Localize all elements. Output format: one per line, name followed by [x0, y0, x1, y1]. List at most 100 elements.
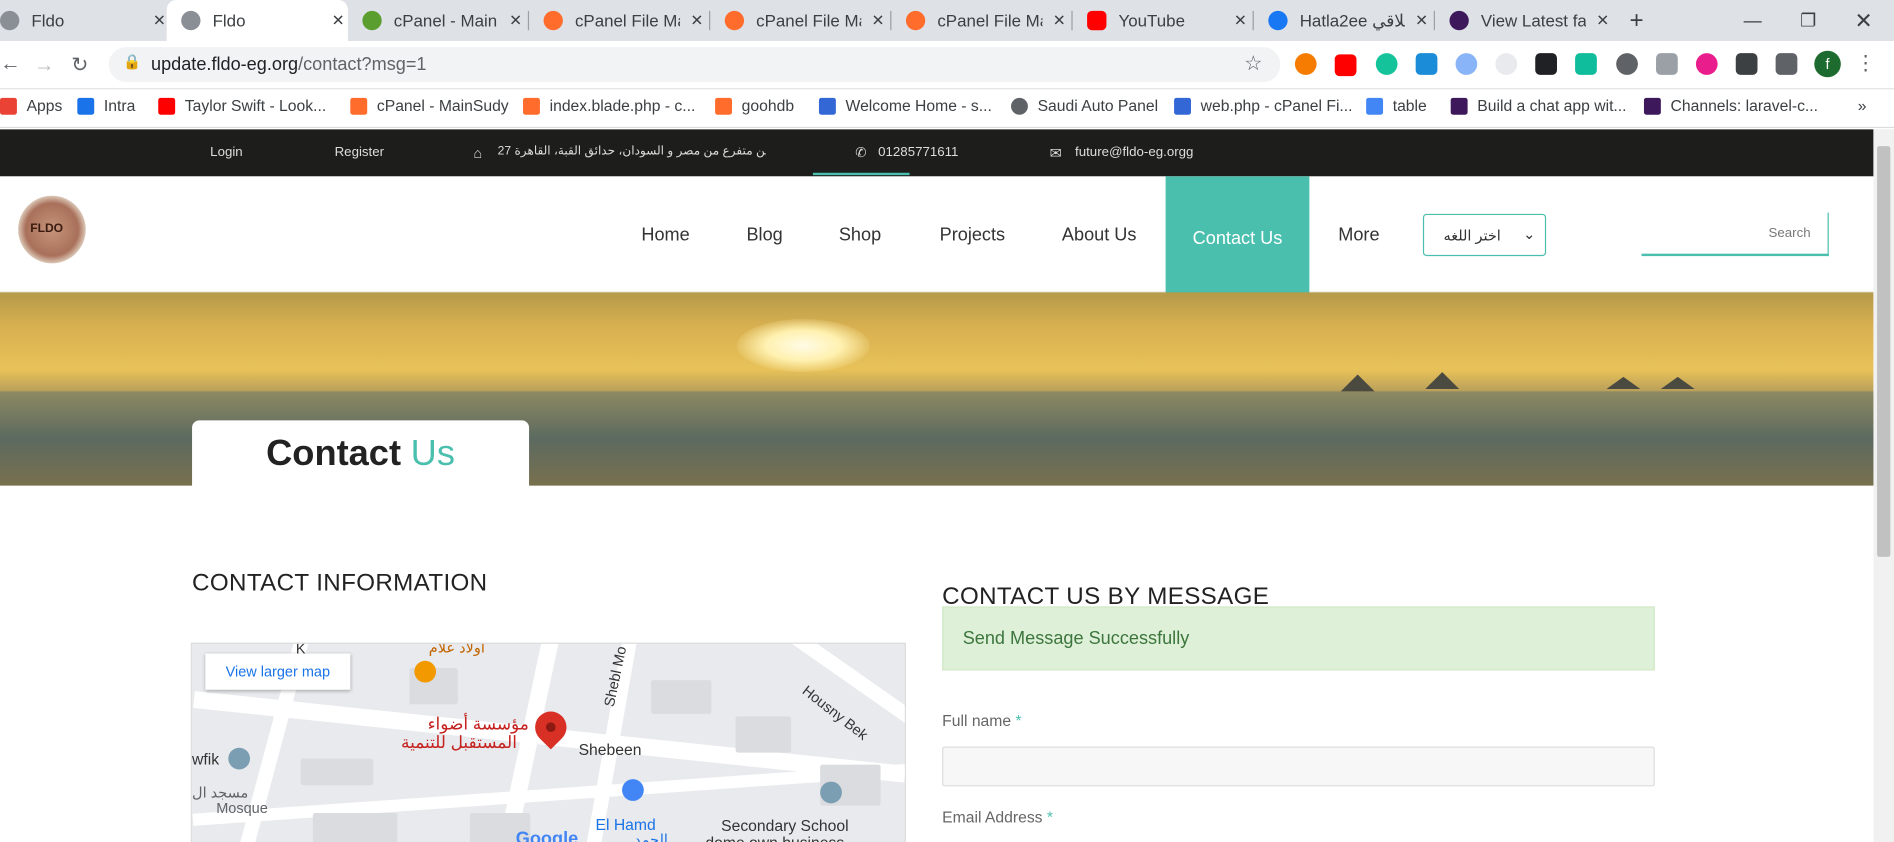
- star-icon[interactable]: ☆: [1244, 52, 1262, 76]
- site-logo[interactable]: FLDO: [18, 195, 86, 264]
- forward-icon[interactable]: →: [34, 53, 55, 77]
- close-icon[interactable]: ✕: [1412, 11, 1431, 30]
- reload-icon[interactable]: ↻: [71, 53, 88, 77]
- minimize-button[interactable]: —: [1725, 0, 1781, 41]
- tab-hatla2ee[interactable]: Hatla2ee تلاقي ✕: [1268, 0, 1431, 41]
- bookmark-cpanel-mainsudy[interactable]: cPanel - MainSudy: [350, 97, 509, 115]
- dark-mode-icon[interactable]: [1616, 53, 1638, 75]
- page-scrollbar[interactable]: [1873, 129, 1894, 842]
- close-icon[interactable]: ✕: [1050, 11, 1069, 30]
- youtube-extension-icon[interactable]: [1334, 54, 1357, 77]
- bookmark-table[interactable]: table: [1366, 97, 1427, 115]
- extension-at-icon[interactable]: [1495, 53, 1518, 75]
- page-title-accent: Us: [410, 433, 455, 474]
- tab-separator: [890, 10, 892, 31]
- tab-separator: [1252, 10, 1254, 31]
- url-bar[interactable]: 🔒 update.fldo-eg.org/contact?msg=1 ☆: [108, 47, 1281, 83]
- tab-cpanel-file-2[interactable]: cPanel File Man ✕: [724, 0, 888, 41]
- tab-fldo-1[interactable]: Fldo ✕: [0, 0, 169, 41]
- nav-blog[interactable]: Blog: [737, 176, 793, 292]
- facebook-icon: [1268, 10, 1288, 31]
- contact-info-heading: CONTACT INFORMATION: [192, 570, 488, 597]
- email-text[interactable]: future@fldo-eg.orgg: [1075, 145, 1193, 159]
- address-text: 27 شارع شبين متفرع من مصر و السودان، حدا…: [497, 144, 766, 159]
- bookmark-build-chat[interactable]: Build a chat app wit...: [1450, 97, 1627, 115]
- scrollbar-thumb[interactable]: [1877, 146, 1891, 557]
- shopping-cart-icon: [622, 779, 644, 801]
- media-control-icon[interactable]: [1735, 53, 1758, 75]
- close-icon[interactable]: ✕: [1231, 11, 1250, 30]
- register-link[interactable]: Register: [335, 145, 384, 159]
- tab-separator: [527, 10, 530, 31]
- close-icon[interactable]: ✕: [506, 11, 525, 30]
- bookmark-apps[interactable]: Apps: [0, 97, 62, 115]
- extension-orange-icon[interactable]: [1294, 53, 1317, 75]
- bookmark-index-blade[interactable]: index.blade.php - c...: [523, 97, 695, 115]
- close-window-button[interactable]: ✕: [1836, 0, 1892, 41]
- bookmark-intra[interactable]: Intra: [77, 97, 135, 115]
- more-bookmarks-button[interactable]: »: [1858, 97, 1867, 115]
- top-info-bar: Login Register ⌂ 27 شارع شبين متفرع من م…: [0, 129, 1874, 177]
- puzzle-icon[interactable]: [1775, 53, 1798, 75]
- search-input[interactable]: Search: [1641, 212, 1829, 257]
- ux-extension-icon[interactable]: [1535, 53, 1557, 75]
- phone-icon: ✆: [855, 146, 867, 161]
- close-icon[interactable]: ✕: [329, 11, 348, 30]
- extension-pink-icon[interactable]: [1695, 53, 1718, 75]
- close-icon[interactable]: ✕: [687, 11, 706, 30]
- nav-home[interactable]: Home: [628, 176, 703, 292]
- bookmark-label: Channels: laravel-c...: [1670, 96, 1819, 115]
- extension-green-icon[interactable]: [1575, 53, 1597, 75]
- extension-lightblue-icon[interactable]: [1455, 53, 1478, 75]
- bookmark-web-php[interactable]: web.php - cPanel Fi...: [1174, 97, 1353, 115]
- cpanel-icon: [543, 10, 563, 31]
- nav-more[interactable]: More: [1326, 176, 1391, 292]
- bookmark-saudi-auto[interactable]: Saudi Auto Panel: [1011, 97, 1158, 115]
- phone-text[interactable]: 01285771611: [878, 145, 958, 159]
- tab-cpanel-file-1[interactable]: cPanel File Man ✕: [543, 0, 707, 41]
- tab-title: View Latest fat: [1480, 10, 1586, 31]
- map-place-name-2: المستقبل للتنمية: [401, 732, 517, 752]
- extension-v-icon[interactable]: [1656, 53, 1678, 75]
- tab-title: cPanel - Main: [393, 10, 498, 31]
- tab-premier-league[interactable]: View Latest fat ✕: [1449, 0, 1612, 41]
- grammarly-icon[interactable]: [1375, 53, 1398, 75]
- tab-cpanel-file-3[interactable]: cPanel File Man ✕: [905, 0, 1069, 41]
- nav-shop[interactable]: Shop: [827, 176, 892, 292]
- map-block: [312, 812, 398, 842]
- nav-about-us[interactable]: About Us: [1050, 176, 1149, 292]
- extension-blue-icon[interactable]: [1415, 53, 1438, 75]
- tab-title: Hatla2ee تلاقي: [1299, 10, 1405, 30]
- bookmark-channels-laravel[interactable]: Channels: laravel-c...: [1643, 96, 1819, 115]
- new-tab-button[interactable]: +: [1629, 0, 1656, 41]
- tab-youtube[interactable]: YouTube ✕: [1087, 0, 1250, 41]
- tab-fldo-active[interactable]: Fldo ✕: [166, 0, 348, 42]
- boat-shape: [1425, 372, 1460, 389]
- email-label: Email Address *: [942, 808, 1053, 826]
- lock-icon[interactable]: 🔒: [123, 53, 141, 70]
- nav-contact-us[interactable]: Contact Us: [1165, 176, 1310, 300]
- close-icon[interactable]: ✕: [1593, 11, 1612, 30]
- google-map[interactable]: View larger map أولاد علام مؤسسة أضواء ا…: [190, 642, 906, 842]
- chevron-down-icon: ⌄: [1523, 225, 1536, 243]
- youtube-icon: [1087, 10, 1107, 31]
- tab-cpanel-main[interactable]: cPanel - Main ✕: [362, 0, 525, 41]
- home-icon: ⌂: [473, 144, 483, 162]
- view-larger-map-link[interactable]: View larger map: [205, 653, 351, 690]
- bookmark-welcome-home[interactable]: Welcome Home - s...: [818, 97, 992, 115]
- map-street-shebeen: Shebeen: [578, 740, 642, 759]
- map-label-mosque-ar: مسجد ال: [192, 783, 249, 801]
- fullname-field[interactable]: [942, 746, 1655, 787]
- close-icon[interactable]: ✕: [868, 11, 887, 30]
- restore-button[interactable]: ❐: [1780, 0, 1836, 41]
- language-select[interactable]: اختر اللغه ⌄: [1422, 213, 1547, 257]
- boat-shape: [1340, 374, 1375, 392]
- bookmark-goohdb[interactable]: goohdb: [715, 97, 794, 115]
- menu-dots-icon[interactable]: ⋮: [1855, 52, 1876, 76]
- profile-avatar[interactable]: f: [1814, 50, 1841, 78]
- nav-projects[interactable]: Projects: [926, 176, 1018, 292]
- bookmark-taylor-swift[interactable]: Taylor Swift - Look...: [158, 97, 326, 115]
- login-link[interactable]: Login: [210, 145, 243, 159]
- back-icon[interactable]: ←: [0, 52, 21, 76]
- map-block: [300, 758, 374, 786]
